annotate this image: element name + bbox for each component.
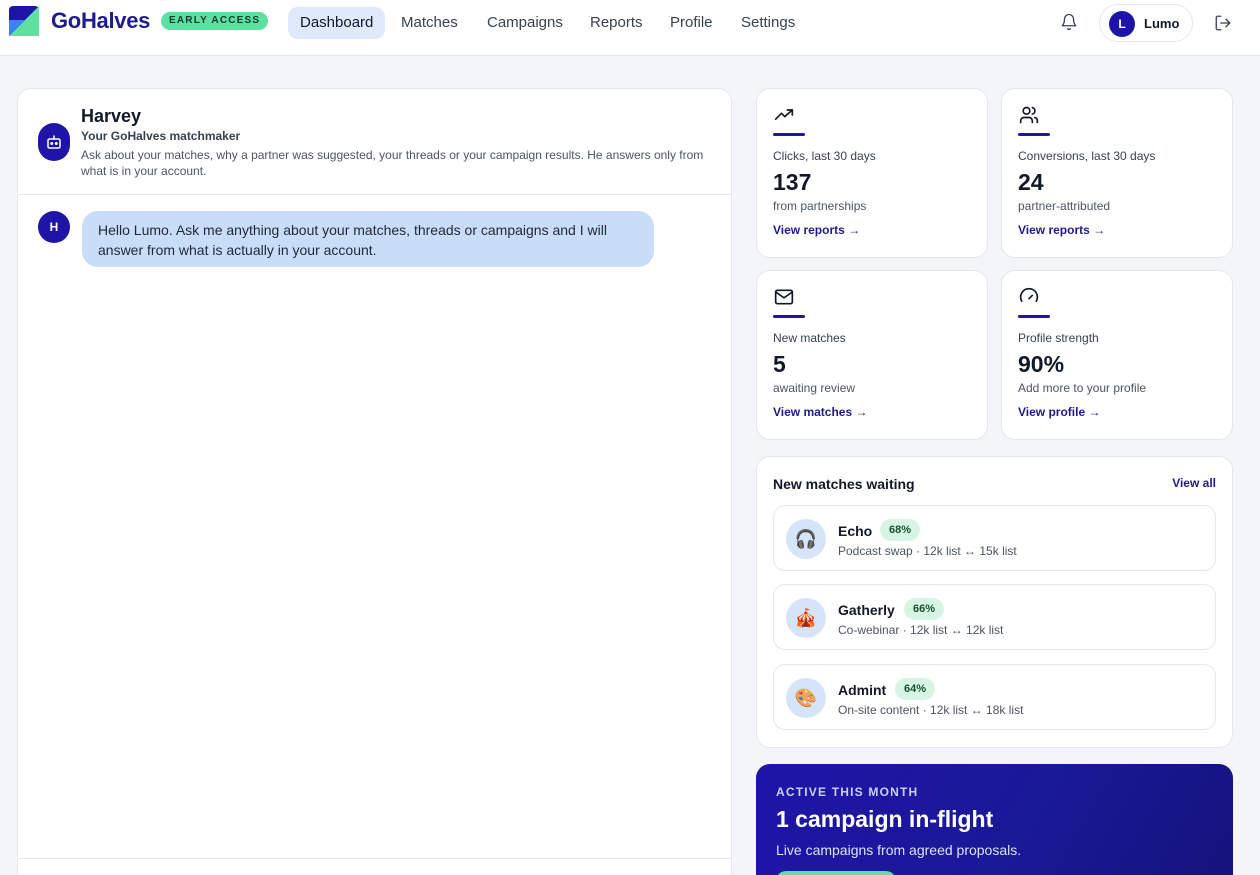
chat-description: Ask about your matches, why a partner wa… bbox=[81, 148, 704, 178]
match-name: Admint bbox=[838, 682, 887, 698]
active-title: 1 campaign in-flight bbox=[776, 806, 994, 832]
robot-icon bbox=[47, 135, 61, 149]
chat-header: Harvey Your GoHalves matchmaker Ask abou… bbox=[18, 89, 731, 195]
view-matches-link[interactable]: View matches → bbox=[773, 405, 868, 419]
active-description: Live campaigns from agreed proposals. bbox=[776, 842, 1022, 858]
stat-accent-bar bbox=[773, 315, 805, 318]
user-menu-button[interactable]: L Lumo bbox=[1099, 4, 1193, 42]
gauge-icon bbox=[1019, 287, 1039, 302]
match-name: Echo bbox=[838, 523, 873, 539]
user-avatar: L bbox=[1109, 11, 1135, 37]
match-item-admint[interactable]: 🎨 Admint 64% On-site content · 12k list … bbox=[773, 664, 1216, 730]
stat-accent-bar bbox=[1018, 315, 1050, 318]
brand-name[interactable]: GoHalves bbox=[51, 8, 150, 34]
match-item-echo[interactable]: 🎧 Echo 68% Podcast swap · 12k list ↔ 15k… bbox=[773, 505, 1216, 571]
top-navigation-bar: GoHalves EARLY ACCESS Dashboard Matches … bbox=[0, 0, 1260, 56]
logout-icon[interactable] bbox=[1214, 14, 1232, 32]
stat-accent-bar bbox=[1018, 133, 1050, 136]
nav-profile[interactable]: Profile bbox=[658, 7, 725, 39]
chat-subtitle: Your GoHalves matchmaker bbox=[81, 129, 241, 143]
new-matches-title: New matches waiting bbox=[773, 476, 915, 492]
match-detail: Co-webinar · 12k list ↔ 12k list bbox=[838, 623, 1004, 637]
stat-card-conversions: Conversions, last 30 days 24 partner-att… bbox=[1001, 88, 1233, 258]
nav-reports[interactable]: Reports bbox=[578, 7, 655, 39]
view-profile-link[interactable]: View profile → bbox=[1018, 405, 1100, 419]
chat-panel: Harvey Your GoHalves matchmaker Ask abou… bbox=[17, 88, 732, 875]
stat-card-profile-strength: Profile strength 90% Add more to your pr… bbox=[1001, 270, 1233, 440]
nav-campaigns[interactable]: Campaigns bbox=[475, 7, 575, 39]
stat-value: 5 bbox=[773, 351, 786, 377]
assistant-message: Hello Lumo. Ask me anything about your m… bbox=[82, 211, 654, 267]
stat-value: 24 bbox=[1018, 169, 1044, 195]
chat-composer-divider bbox=[18, 858, 731, 859]
nav-matches[interactable]: Matches bbox=[389, 7, 470, 39]
view-reports-link[interactable]: View reports → bbox=[773, 223, 860, 237]
trending-up-icon bbox=[774, 109, 794, 120]
match-detail: Podcast swap · 12k list ↔ 15k list bbox=[838, 544, 1017, 558]
stat-value: 137 bbox=[773, 169, 812, 195]
active-kicker: ACTIVE THIS MONTH bbox=[776, 785, 919, 799]
gohalves-logo-icon[interactable] bbox=[9, 6, 39, 36]
message-avatar: H bbox=[38, 211, 70, 243]
users-icon bbox=[1019, 106, 1039, 124]
active-campaigns-card: ACTIVE THIS MONTH 1 campaign in-flight L… bbox=[756, 764, 1233, 875]
stat-subtext: awaiting review bbox=[773, 381, 856, 395]
palette-icon: 🎨 bbox=[786, 678, 826, 718]
headphones-icon: 🎧 bbox=[786, 519, 826, 559]
stat-label: Clicks, last 30 days bbox=[773, 149, 876, 163]
nav-settings[interactable]: Settings bbox=[729, 7, 807, 39]
user-name: Lumo bbox=[1144, 16, 1180, 31]
match-item-gatherly[interactable]: 🎪 Gatherly 66% Co-webinar · 12k list ↔ 1… bbox=[773, 584, 1216, 650]
match-score-badge: 66% bbox=[904, 598, 945, 620]
view-reports-link[interactable]: View reports → bbox=[1018, 223, 1105, 237]
early-access-badge: EARLY ACCESS bbox=[161, 12, 269, 30]
circus-tent-icon: 🎪 bbox=[786, 598, 826, 638]
stat-value: 90% bbox=[1018, 351, 1065, 377]
chat-title: Harvey bbox=[81, 106, 142, 126]
match-detail: On-site content · 12k list ↔ 18k list bbox=[838, 703, 1024, 717]
stat-label: Profile strength bbox=[1018, 331, 1099, 345]
stat-label: New matches bbox=[773, 331, 846, 345]
notifications-bell-icon[interactable] bbox=[1060, 13, 1078, 31]
stat-card-new-matches: New matches 5 awaiting review View match… bbox=[756, 270, 988, 440]
match-score-badge: 68% bbox=[880, 519, 921, 541]
bot-avatar bbox=[38, 123, 70, 161]
stat-accent-bar bbox=[773, 133, 805, 136]
nav-dashboard[interactable]: Dashboard bbox=[288, 7, 386, 39]
stat-subtext: from partnerships bbox=[773, 199, 867, 213]
view-campaigns-button[interactable] bbox=[776, 871, 896, 875]
view-all-matches-link[interactable]: View all bbox=[1172, 476, 1216, 490]
match-score-badge: 64% bbox=[895, 678, 936, 700]
stat-subtext: partner-attributed bbox=[1018, 199, 1111, 213]
mail-icon bbox=[774, 289, 794, 305]
new-matches-card: New matches waiting View all 🎧 Echo 68% … bbox=[756, 456, 1233, 748]
stat-subtext: Add more to your profile bbox=[1018, 381, 1147, 395]
stat-card-clicks: Clicks, last 30 days 137 from partnershi… bbox=[756, 88, 988, 258]
stat-label: Conversions, last 30 days bbox=[1018, 149, 1156, 163]
match-name: Gatherly bbox=[838, 602, 895, 618]
